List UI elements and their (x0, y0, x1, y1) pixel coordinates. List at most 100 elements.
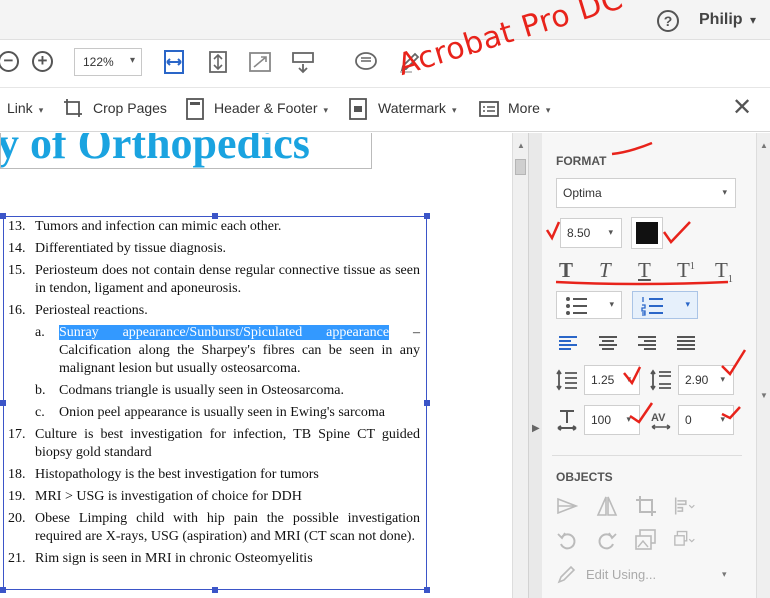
section-divider (552, 455, 742, 456)
rotate-left-icon[interactable] (556, 529, 578, 551)
link-button[interactable]: Link ▾ (7, 100, 43, 116)
chevron-down-icon: ▾ (685, 299, 690, 309)
header-footer-button[interactable]: Header & Footer ▾ (214, 100, 328, 116)
crop-image-icon[interactable] (635, 495, 657, 517)
item-text: Rim sign is seen in MRI in chronic Osteo… (35, 551, 313, 566)
zoom-select[interactable]: 122% ▾ (74, 48, 142, 76)
font-size-select[interactable]: 8.50 ▾ (560, 218, 622, 248)
edit-pencil-icon[interactable] (556, 563, 578, 585)
text-content[interactable]: 13. Tumors and infection can mimic each o… (8, 218, 420, 572)
flip-vertical-icon[interactable] (556, 495, 578, 517)
format-section-title: FORMAT (556, 154, 607, 168)
item-number: 15. (8, 263, 26, 278)
item-text: Onion peel appearance is usually seen in… (59, 405, 385, 420)
help-icon[interactable]: ? (657, 10, 679, 32)
numbered-list-button[interactable]: ▾ (632, 291, 698, 319)
heading-text-box[interactable]: y of Orthopedics (0, 133, 372, 169)
scroll-up-icon[interactable]: ▲ (760, 141, 768, 150)
link-label: Link (7, 100, 33, 116)
subscript-icon[interactable]: T1 (715, 258, 733, 285)
edit-using-button[interactable]: Edit Using... (586, 567, 656, 582)
scroll-thumb[interactable] (515, 159, 526, 175)
resize-handle[interactable] (424, 587, 430, 593)
watermark-icon[interactable] (348, 98, 368, 120)
chevron-down-icon: ▾ (38, 105, 44, 115)
superscript-icon[interactable]: T1 (677, 258, 695, 283)
selected-text[interactable]: Sunray appearance/Sunburst/Spiculated ap… (59, 325, 390, 340)
user-menu-caret-icon[interactable]: ▾ (750, 13, 756, 27)
underline-icon[interactable]: T (638, 258, 651, 283)
bold-icon[interactable]: T (559, 258, 573, 283)
scroll-up-icon[interactable]: ▲ (517, 141, 525, 150)
item-text: Culture is best investigation for infect… (35, 427, 420, 460)
resize-handle[interactable] (212, 587, 218, 593)
crop-pages-button[interactable]: Crop Pages (93, 100, 167, 116)
chevron-down-icon: ▾ (129, 55, 135, 66)
item-number: 19. (8, 489, 26, 504)
flip-horizontal-icon[interactable] (596, 495, 618, 517)
align-left-icon[interactable] (558, 335, 578, 351)
horizontal-scale-select[interactable]: 100 ▾ (584, 405, 640, 435)
bullet-list-button[interactable]: ▾ (556, 291, 622, 319)
watermark-label: Watermark (378, 100, 446, 116)
item-text: Differentiated by tissue diagnosis. (35, 241, 227, 256)
item-number: 18. (8, 467, 26, 482)
resize-handle[interactable] (0, 587, 6, 593)
numbered-list-icon (641, 297, 663, 316)
line-spacing-select[interactable]: 1.25 ▾ (584, 365, 640, 395)
font-family-select[interactable]: Optima ▾ (556, 178, 736, 208)
item-text: Periosteal reactions. (35, 303, 148, 318)
align-right-icon[interactable] (637, 335, 657, 351)
resize-handle[interactable] (0, 213, 6, 219)
fit-width-icon[interactable] (162, 50, 186, 74)
edit-pdf-toolbar: Link ▾ Crop Pages Header & Footer ▾ Waterm… (0, 88, 770, 132)
italic-icon[interactable]: T (599, 258, 611, 283)
full-screen-icon[interactable] (248, 50, 272, 74)
close-icon[interactable]: ✕ (732, 96, 752, 120)
document-scrollbar[interactable]: ▲ (512, 133, 528, 598)
paragraph-spacing-select[interactable]: 2.90 ▾ (678, 365, 734, 395)
scroll-down-icon[interactable]: ▼ (760, 391, 768, 400)
main-toolbar: − + 122% ▾ (0, 40, 770, 88)
more-button[interactable]: More ▾ (508, 100, 550, 116)
header-footer-icon[interactable] (185, 98, 205, 120)
text-color-swatch[interactable] (631, 217, 663, 249)
character-spacing-select[interactable]: 0 ▾ (678, 405, 734, 435)
item-text: Codmans triangle is usually seen in Oste… (59, 383, 344, 398)
svg-text:AV: AV (651, 412, 666, 424)
item-number: 16. (8, 303, 26, 318)
collapse-arrow-icon[interactable]: ▶ (532, 423, 540, 434)
align-justify-icon[interactable] (676, 335, 696, 351)
item-text: Sunray appearance/Sunburst/Spiculated ap… (59, 324, 420, 378)
arrange-objects-icon[interactable] (674, 529, 696, 551)
chevron-down-icon: ▾ (626, 374, 631, 384)
resize-handle[interactable] (424, 400, 430, 406)
item-text: Obese Limping child with hip pain the po… (35, 511, 420, 544)
resize-handle[interactable] (0, 400, 6, 406)
fit-page-icon[interactable] (206, 50, 230, 74)
panel-scrollbar[interactable]: ▲ ▼ (756, 133, 770, 598)
chevron-down-icon: ▾ (626, 414, 631, 424)
panel-collapse-strip[interactable]: ▶ (528, 133, 542, 598)
list-item: 15. Periosteum does not contain dense reg… (8, 262, 420, 298)
replace-image-icon[interactable] (635, 529, 657, 551)
keyboard-icon[interactable] (291, 50, 315, 74)
chevron-down-icon[interactable]: ▾ (722, 569, 727, 580)
zoom-out-icon[interactable]: − (0, 51, 19, 72)
align-center-icon[interactable] (598, 335, 618, 351)
align-objects-icon[interactable] (674, 495, 696, 517)
comment-icon[interactable] (354, 50, 378, 74)
line-spacing-icon (556, 369, 577, 391)
chevron-down-icon: ▾ (545, 105, 551, 115)
page-heading: y of Orthopedics (0, 133, 310, 168)
rotate-right-icon[interactable] (596, 529, 618, 551)
more-icon[interactable] (479, 98, 499, 120)
item-number: 13. (8, 219, 26, 234)
zoom-in-icon[interactable]: + (32, 51, 53, 72)
user-name[interactable]: Philip (699, 11, 743, 29)
crop-icon[interactable] (63, 98, 83, 120)
document-view[interactable]: y of Orthopedics 13. Tumors and infection… (0, 133, 512, 598)
resize-handle[interactable] (424, 213, 430, 219)
watermark-button[interactable]: Watermark ▾ (378, 100, 456, 116)
sub-list-item: b. Codmans triangle is usually seen in Os… (8, 382, 420, 400)
